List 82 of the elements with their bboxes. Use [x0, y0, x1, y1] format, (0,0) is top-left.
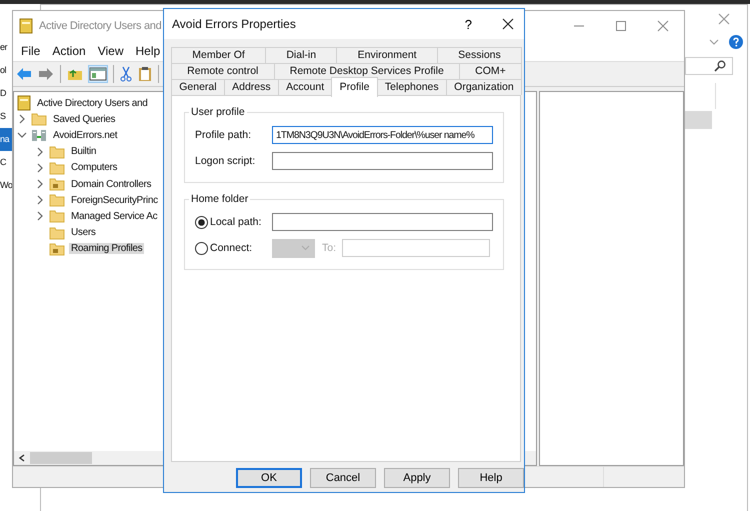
tab[interactable]: Telephones — [376, 79, 447, 95]
tab[interactable]: Member Of — [171, 47, 266, 63]
tree-item[interactable]: Domain Controllers — [69, 178, 154, 190]
tab[interactable]: Sessions — [436, 47, 522, 63]
forward-arrow-icon[interactable] — [38, 67, 54, 81]
tree-item[interactable]: Saved Queries — [51, 114, 118, 125]
window-title: Active Directory Users and — [39, 20, 162, 32]
scroll-left-icon[interactable] — [18, 454, 26, 462]
chevron-right-icon[interactable] — [35, 162, 45, 173]
group-title: User profile — [190, 106, 246, 118]
tab[interactable]: Profile — [331, 77, 378, 97]
menu-item[interactable]: Help — [130, 44, 166, 58]
close-icon[interactable] — [502, 18, 514, 30]
maximize-icon[interactable] — [615, 20, 627, 32]
tab[interactable]: Organization — [446, 79, 522, 95]
tree-item[interactable]: Managed Service Ac — [69, 210, 160, 222]
menu-item[interactable]: View — [92, 44, 130, 58]
side-item[interactable]: S — [0, 105, 14, 128]
tree-item[interactable]: Active Directory Users and — [35, 98, 150, 109]
group-title: Home folder — [190, 193, 250, 205]
help-icon[interactable] — [729, 35, 743, 49]
tree-item[interactable]: Roaming Profiles — [69, 243, 144, 254]
folder-document-icon — [49, 242, 65, 256]
dialog-button[interactable]: OK — [236, 468, 302, 488]
side-item[interactable]: D — [0, 82, 14, 105]
field-label: Profile path: — [195, 129, 252, 141]
menu-item[interactable]: Action — [46, 44, 92, 58]
tree-item[interactable]: Builtin — [69, 146, 98, 158]
folder-up-icon[interactable] — [67, 67, 83, 81]
text-field[interactable] — [272, 152, 493, 170]
tree-item[interactable]: ForeignSecurityPrinc — [69, 194, 160, 206]
dialog-button[interactable]: Help — [458, 468, 524, 488]
chevron-right-icon[interactable] — [35, 146, 45, 157]
radio-button[interactable] — [195, 216, 208, 228]
side-item[interactable]: Wo — [0, 174, 14, 197]
menu-item[interactable]: File — [15, 44, 46, 58]
radio-button[interactable] — [195, 242, 208, 254]
text-field[interactable] — [342, 239, 490, 257]
dialog-title: Avoid Errors Properties — [172, 17, 296, 31]
tab[interactable]: Remote Desktop Services Profile — [274, 63, 460, 79]
chevron-down-icon — [301, 245, 310, 251]
tab[interactable]: COM+ — [458, 63, 522, 79]
tree-item[interactable]: AvoidErrors.net — [51, 130, 120, 141]
chevron-right-icon[interactable] — [17, 114, 27, 124]
scrollbar-thumb[interactable] — [30, 452, 92, 464]
tab[interactable]: Remote control — [171, 63, 275, 79]
clipboard-icon[interactable] — [138, 66, 152, 82]
folder-icon — [49, 209, 65, 224]
folder-document-icon — [49, 177, 65, 192]
chevron-down-icon[interactable] — [17, 130, 27, 140]
field-label: Logon script: — [195, 155, 256, 167]
chevron-right-icon[interactable] — [35, 195, 45, 206]
tree-item[interactable]: Users — [69, 227, 98, 238]
text-field[interactable] — [272, 213, 493, 231]
side-item[interactable]: C — [0, 151, 14, 174]
radio-label[interactable]: Connect: — [210, 242, 252, 254]
console-icon — [17, 95, 31, 112]
radio-label[interactable]: Local path: — [210, 216, 262, 228]
tab[interactable]: General — [171, 79, 225, 95]
scissors-icon[interactable] — [120, 66, 132, 82]
folder-icon — [49, 226, 65, 240]
dialog-button[interactable]: Cancel — [310, 468, 376, 488]
field-label: To: — [322, 242, 336, 254]
back-arrow-icon[interactable] — [16, 67, 32, 81]
folder-icon — [49, 160, 65, 175]
search-field[interactable] — [685, 57, 733, 75]
help-button[interactable]: ? — [464, 16, 472, 32]
chevron-right-icon[interactable] — [35, 211, 45, 222]
chevron-right-icon[interactable] — [35, 179, 45, 190]
side-item[interactable]: ol — [0, 59, 14, 82]
chevron-down-icon[interactable] — [709, 39, 719, 45]
console-tree-icon[interactable] — [89, 66, 107, 82]
tree-item[interactable]: Computers — [69, 162, 120, 174]
dialog-button[interactable]: Apply — [384, 468, 450, 488]
text-field[interactable]: 1TM8N3Q9U3N\AvoidErrors-Folder\%user name% — [272, 126, 493, 144]
folder-icon — [49, 144, 65, 159]
console-icon — [19, 18, 33, 34]
folder-icon — [49, 193, 65, 208]
domain-icon — [31, 127, 47, 144]
side-item[interactable]: er — [0, 36, 14, 59]
folder-icon — [31, 112, 47, 126]
search-icon — [714, 60, 726, 72]
